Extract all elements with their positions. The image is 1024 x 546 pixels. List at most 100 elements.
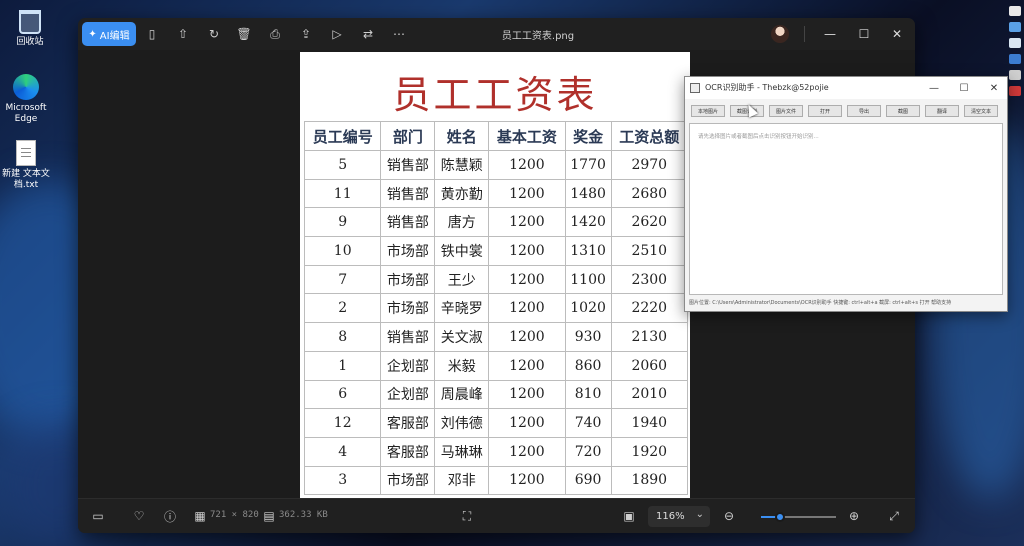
table-cell: 销售部 xyxy=(380,150,436,180)
table-cell: 1100 xyxy=(564,264,612,295)
zoom-in-icon[interactable]: ⊕ xyxy=(846,508,862,524)
tray-icon[interactable] xyxy=(1009,70,1021,80)
edge-icon xyxy=(13,74,39,100)
zoom-out-icon[interactable]: ⊖ xyxy=(721,508,737,524)
info-icon[interactable]: ⓘ xyxy=(162,508,178,524)
tray-icon[interactable] xyxy=(1009,86,1021,96)
desktop-icon-label: 回收站 xyxy=(16,37,44,47)
table-cell: 辛晓罗 xyxy=(434,293,490,324)
tray-icon[interactable] xyxy=(1009,22,1021,32)
desktop-icon-edge[interactable]: Microsoft Edge xyxy=(0,74,56,125)
table-cell: 1200 xyxy=(488,350,566,381)
zoom-select[interactable]: 116% ⌄ xyxy=(648,506,710,527)
ai-edit-button[interactable]: ✦ AI编辑 xyxy=(82,22,136,46)
tray-icon[interactable] xyxy=(1009,38,1021,48)
table-row: 1 企划部 米毅 1200 860 2060 xyxy=(303,350,689,381)
app-icon xyxy=(690,83,700,93)
avatar[interactable] xyxy=(771,25,789,43)
filmstrip-icon[interactable]: ▭ xyxy=(90,508,106,524)
desktop-icon-recycle-bin[interactable]: 回收站 xyxy=(0,10,60,48)
ocr-result-textarea[interactable]: 请先选择图片或者截图后点击识别按钮开始识别... xyxy=(689,123,1003,295)
maximize-button[interactable]: ☐ xyxy=(854,24,874,44)
ocr-button-export[interactable]: 导出 xyxy=(847,105,881,117)
table-cell: 企划部 xyxy=(380,379,436,410)
table-cell: 1200 xyxy=(488,293,566,324)
maximize-button[interactable]: ☐ xyxy=(955,80,973,96)
close-button[interactable]: ✕ xyxy=(887,24,907,44)
divider xyxy=(804,26,805,42)
table-row: 12 客服部 刘伟德 1200 740 1940 xyxy=(303,408,689,438)
table-cell: 930 xyxy=(564,322,612,352)
minimize-button[interactable]: — xyxy=(820,24,840,44)
rotate-icon[interactable]: ↻ xyxy=(206,26,222,42)
table-cell: 销售部 xyxy=(380,207,436,238)
table-cell: 690 xyxy=(564,465,612,496)
table-cell: 刘伟德 xyxy=(434,408,490,438)
tray-icon[interactable] xyxy=(1009,54,1021,64)
fit-to-window-icon[interactable]: ⛶ xyxy=(459,508,475,524)
recycle-bin-icon xyxy=(19,10,41,34)
table-cell: 1420 xyxy=(564,207,612,238)
zoom-slider-thumb[interactable] xyxy=(774,512,785,522)
upload-icon[interactable]: ⇧ xyxy=(175,26,191,42)
zoom-slider[interactable] xyxy=(761,512,836,522)
compare-icon[interactable]: ⇄ xyxy=(360,26,376,42)
minimize-button[interactable]: — xyxy=(925,80,943,96)
share-icon[interactable]: ⇪ xyxy=(298,26,314,42)
table-cell: 销售部 xyxy=(380,178,436,209)
ocr-button-local-image[interactable]: 本地图片 xyxy=(691,105,725,117)
ocr-button-screenshot[interactable]: 截图 xyxy=(886,105,920,117)
table-row: 2 市场部 辛晓罗 1200 1020 2220 xyxy=(303,293,689,324)
print-icon[interactable]: ⎙ xyxy=(267,26,283,42)
tray-icon[interactable] xyxy=(1009,6,1021,16)
table-cell: 2510 xyxy=(610,236,689,266)
actual-size-icon[interactable]: ▣ xyxy=(621,508,637,524)
slideshow-icon[interactable]: ▷ xyxy=(329,26,345,42)
ocr-title-bar: OCR识别助手 - Thebzk@52pojie — ☐ ✕ xyxy=(685,77,1007,99)
table-row: 6 企划部 周晨峰 1200 810 2010 xyxy=(303,379,689,410)
text-file-icon xyxy=(16,140,36,166)
column-header: 员工编号 xyxy=(303,121,382,151)
table-cell: 7 xyxy=(303,264,382,295)
table-cell: 1200 xyxy=(488,236,566,266)
more-icon[interactable]: ⋯ xyxy=(391,26,407,42)
table-cell: 1200 xyxy=(488,436,566,467)
ocr-button-clear-text[interactable]: 清空文本 xyxy=(964,105,998,117)
sheet-title: 员工工资表 xyxy=(392,73,598,117)
table-cell: 1200 xyxy=(488,465,566,496)
table-cell: 黄亦勤 xyxy=(434,178,490,209)
zoom-value: 116% xyxy=(656,511,685,522)
table-cell: 2970 xyxy=(610,150,689,180)
desktop-icon-text-file[interactable]: 新建 文本文档.txt xyxy=(0,140,56,191)
table-cell: 2300 xyxy=(610,264,689,295)
viewer-bottom-bar: ▭ ♡ ⓘ ▦ 721 × 820 ▤ 362.33 KB ⛶ ▣ 116% ⌄… xyxy=(78,498,915,533)
close-button[interactable]: ✕ xyxy=(985,80,1003,96)
table-cell: 1200 xyxy=(488,207,566,238)
table-cell: 企划部 xyxy=(380,350,436,381)
viewer-toolbar: ✦ AI编辑 ▯ ⇧ ↻ 🗑 ⎙ ⇪ ▷ ⇄ ⋯ 员工工资表.png — ☐ ✕ xyxy=(78,18,915,50)
table-cell: 1480 xyxy=(564,178,612,209)
table-cell: 1890 xyxy=(610,465,689,496)
ocr-button-image-file[interactable]: 图片文件 xyxy=(769,105,803,117)
column-header: 部门 xyxy=(380,121,436,151)
table-row: 10 市场部 铁中裳 1200 1310 2510 xyxy=(303,236,689,266)
table-cell: 客服部 xyxy=(380,436,436,467)
displayed-image[interactable]: 员工工资表 员工编号 部门 姓名 基本工资 奖金 工资总额 5 销售部 陈慧颖 120… xyxy=(300,52,690,498)
ocr-window-title: OCR识别助手 - Thebzk@52pojie xyxy=(705,83,829,92)
delete-icon[interactable]: 🗑 xyxy=(236,26,252,42)
table-cell: 1940 xyxy=(610,408,689,438)
table-cell: 860 xyxy=(564,350,612,381)
table-row: 3 市场部 邓非 1200 690 1890 xyxy=(303,465,689,496)
favorite-heart-icon[interactable]: ♡ xyxy=(131,508,147,524)
ocr-button-translate[interactable]: 翻译 xyxy=(925,105,959,117)
ocr-status-bar: 图片位置: C:\Users\Administrator\Documents\O… xyxy=(689,300,952,306)
ocr-button-open[interactable]: 打开 xyxy=(808,105,842,117)
ai-edit-label: AI编辑 xyxy=(99,30,130,42)
sidebar-icon[interactable]: ▯ xyxy=(144,26,160,42)
fullscreen-icon[interactable]: ⤢ xyxy=(886,508,902,524)
image-dimensions: 721 × 820 xyxy=(210,510,259,520)
table-cell: 邓非 xyxy=(434,465,490,496)
column-header: 姓名 xyxy=(434,121,490,151)
table-cell: 周晨峰 xyxy=(434,379,490,410)
table-cell: 米毅 xyxy=(434,350,490,381)
